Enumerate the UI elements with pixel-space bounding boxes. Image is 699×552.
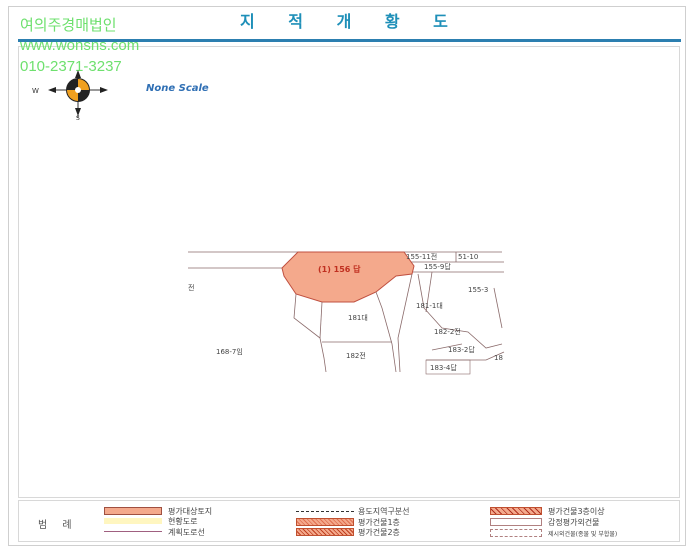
watermark-company: 여의주경매법인	[20, 17, 117, 34]
compass-icon: W E S	[32, 70, 108, 122]
cadastral-map: (1) 156 답 155-11전 51-10 155-9답 155-3 181…	[186, 248, 506, 378]
parcel-label: 182-2전	[434, 327, 461, 336]
legend-item: 용도지역구분선	[358, 507, 410, 516]
parcel-label: 183-4답	[430, 363, 457, 372]
page-title: 지 적 개 황 도	[240, 12, 462, 31]
legend-item: 제시외건물(종물 및 부합물)	[548, 531, 618, 538]
legend-swatch-floor3	[490, 507, 542, 515]
parcel-label: 155-9답	[424, 262, 451, 271]
watermark-site: www.wonsns.com	[20, 37, 140, 54]
legend-swatch-subject	[104, 507, 162, 515]
parcel-label: 155-11전	[406, 252, 437, 261]
compass-w-label: W	[32, 87, 39, 95]
legend-item: 평가건물3층이상	[548, 507, 605, 516]
subject-parcel-label: (1) 156 답	[318, 264, 361, 274]
legend-item: 계획도로선	[168, 528, 205, 537]
parcel-label: 182전	[346, 351, 366, 360]
legend-item: 감정평가외건물	[548, 518, 600, 527]
parcel-label: 181-1대	[416, 302, 443, 310]
compass-s-label: S	[76, 115, 80, 122]
legend-heading: 범 례	[38, 520, 78, 531]
legend-swatch-zone	[296, 511, 354, 512]
parcel-label: 51-10	[458, 253, 478, 261]
parcel-label: 전	[188, 283, 194, 292]
legend-swatch-floor1	[296, 518, 354, 526]
legend-swatch-plan-road	[104, 531, 162, 532]
scale-label: None Scale	[146, 83, 209, 94]
parcel-label: 181대	[348, 314, 368, 322]
parcel-label: 183-2답	[448, 345, 475, 354]
parcel-label: 168-7임	[216, 348, 243, 356]
legend-item: 현황도로	[168, 517, 198, 526]
legend-swatch-road	[104, 518, 162, 524]
legend-item: 평가건물2층	[358, 528, 400, 537]
legend-swatch-extra-building	[490, 529, 542, 537]
legend-swatch-other-building	[490, 518, 542, 526]
legend-swatch-floor2	[296, 528, 354, 536]
parcel-label: 155-3	[468, 286, 488, 294]
parcel-label: 18	[494, 354, 503, 362]
